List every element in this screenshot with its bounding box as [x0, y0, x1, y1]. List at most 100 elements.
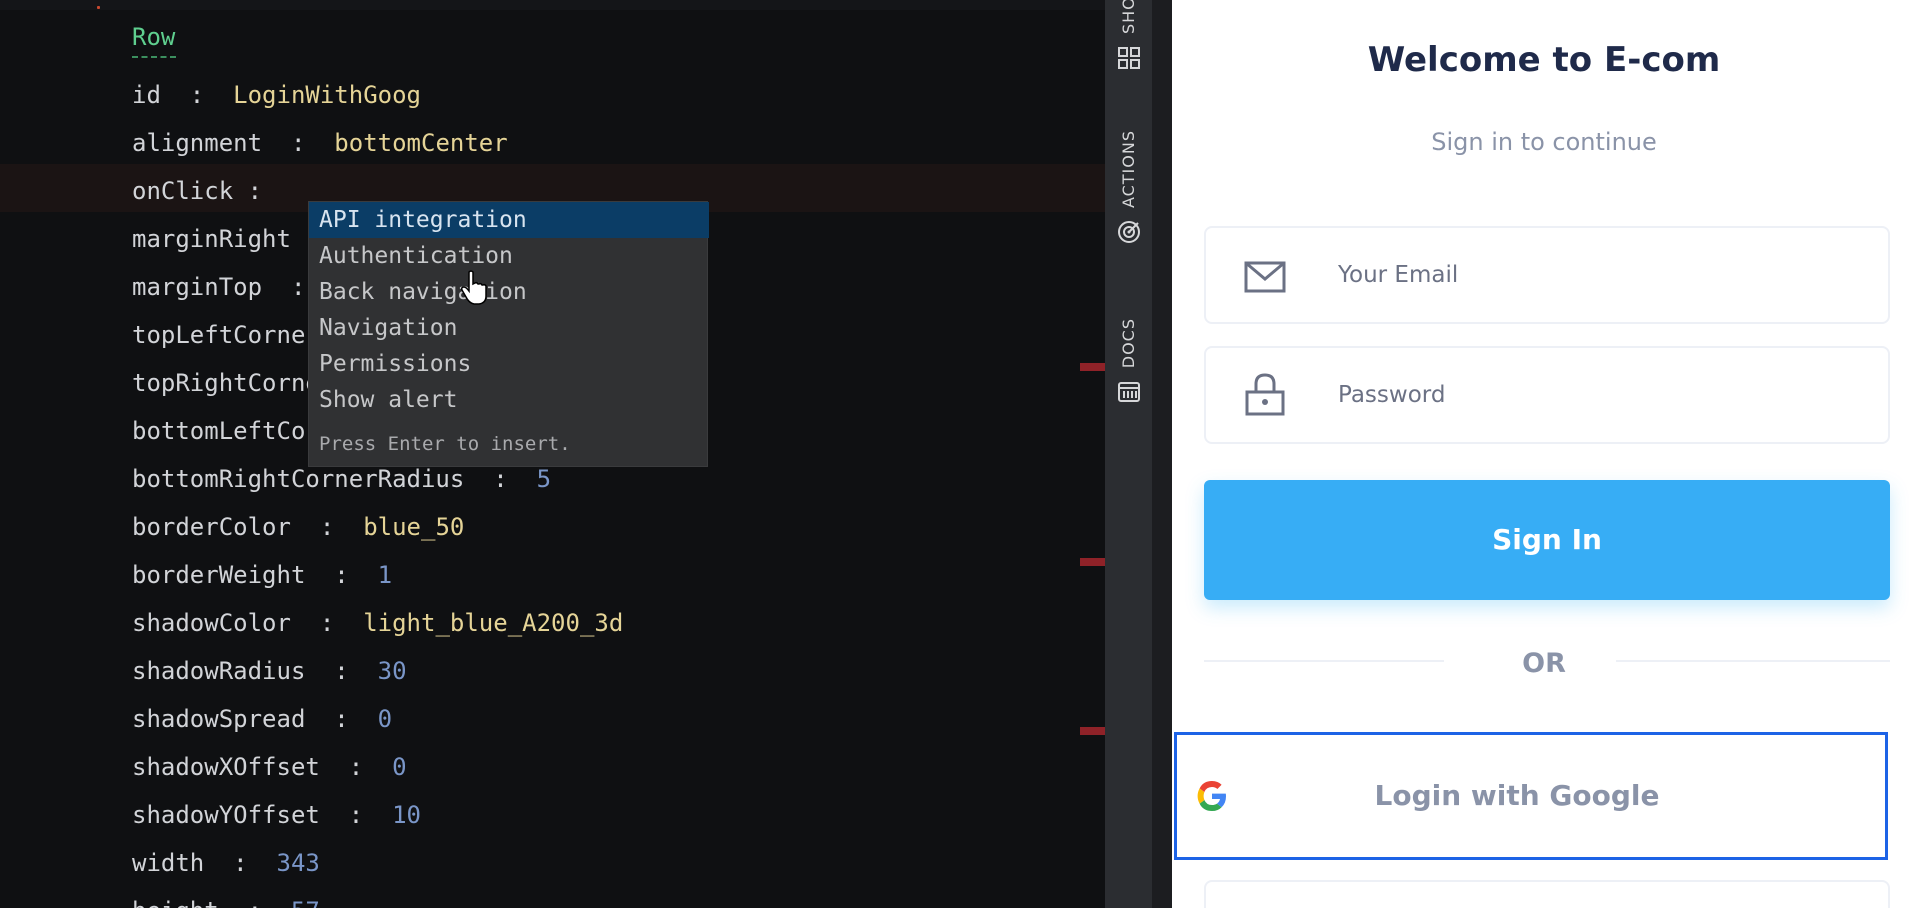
prop-value[interactable]: LoginWithGoog — [233, 81, 421, 109]
divider-right — [1616, 660, 1890, 662]
error-marker[interactable] — [1080, 727, 1105, 735]
code-line-width[interactable]: width : 343 — [132, 843, 320, 883]
prop-value[interactable]: 57 — [291, 897, 320, 908]
autocomplete-item-permissions[interactable]: Permissions — [309, 346, 709, 382]
prop-value[interactable]: 10 — [392, 801, 421, 829]
code-line-height[interactable]: height : 57 — [132, 891, 320, 908]
code-line-bordercolor[interactable]: borderColor : blue_50 — [132, 507, 464, 547]
tab-docs-label: DOCS — [1119, 318, 1138, 369]
prop-sep: : — [290, 513, 364, 541]
prop-value[interactable]: blue_50 — [363, 513, 464, 541]
password-field[interactable]: Password — [1204, 346, 1890, 444]
code-line-borderweight[interactable]: borderWeight : 1 — [132, 555, 392, 595]
code-line-row[interactable]: Row — [132, 17, 175, 57]
divider — [1152, 0, 1172, 908]
code-line-id[interactable]: id : LoginWithGoog — [132, 75, 421, 115]
prop-value[interactable]: 0 — [378, 705, 392, 733]
prop-key: alignment — [132, 129, 263, 157]
hand-cursor-icon — [461, 270, 487, 305]
prop-sep: : — [319, 753, 393, 781]
prop-sep: : — [305, 657, 378, 685]
mail-icon — [1244, 261, 1286, 293]
lock-icon — [1245, 373, 1285, 416]
google-button-label: Login with Google — [1374, 779, 1660, 812]
prop-key: shadowColor — [132, 609, 291, 637]
code-line-toprightcorner[interactable]: topRightCorne — [132, 363, 320, 403]
code-line-shadowradius[interactable]: shadowRadius : 30 — [132, 651, 407, 691]
code-line-marginright[interactable]: marginRight — [132, 219, 291, 259]
heading-text: Row — [132, 23, 176, 51]
code-line-shadowxoffset[interactable]: shadowXOffset : 0 — [132, 747, 407, 787]
autocomplete-hint: Press Enter to insert. — [319, 433, 571, 455]
tab-actions[interactable]: ACTIONS — [1105, 130, 1152, 244]
prop-key: shadowSpread — [132, 705, 306, 733]
error-dot — [97, 6, 100, 9]
code-line-bottomleftcorner[interactable]: bottomLeftCor — [132, 411, 320, 451]
prop-sep: : — [305, 705, 378, 733]
prop-key: id — [132, 81, 161, 109]
tab-docs[interactable]: DOCS — [1105, 318, 1152, 404]
prop-key: shadowRadius — [132, 657, 306, 685]
next-login-button[interactable] — [1204, 880, 1890, 908]
autocomplete-item-api-integration[interactable]: API integration — [309, 202, 709, 238]
docs-icon — [1117, 382, 1140, 403]
autocomplete-item-authentication[interactable]: Authentication — [309, 238, 709, 274]
autocomplete-popup[interactable]: API integration Authentication Back navi… — [308, 201, 709, 467]
prop-key: height — [132, 897, 219, 908]
prop-sep: : — [290, 609, 364, 637]
prop-sep: : — [204, 849, 277, 877]
code-line-onclick[interactable]: onClick : — [132, 171, 262, 211]
error-marker[interactable] — [1080, 363, 1105, 371]
autocomplete-item-back-navigation[interactable]: Back navigation — [309, 274, 709, 310]
tab-showcase[interactable]: SHO — [1105, 0, 1152, 70]
code-line-shadowspread[interactable]: shadowSpread : 0 — [132, 699, 392, 739]
prop-key: borderWeight — [132, 561, 306, 589]
code-editor[interactable]: Row id : LoginWithGoog alignment : botto… — [0, 0, 1105, 908]
error-marker[interactable] — [1080, 558, 1105, 566]
prop-value[interactable]: light_blue_A200_3d — [363, 609, 623, 637]
prop-value[interactable]: 30 — [378, 657, 407, 685]
prop-value[interactable]: 1 — [378, 561, 392, 589]
prop-key: shadowYOffset — [132, 801, 320, 829]
sign-in-button[interactable]: Sign In — [1204, 480, 1890, 600]
prop-key: onClick — [132, 177, 234, 205]
email-placeholder: Your Email — [1338, 262, 1459, 288]
prop-value[interactable]: 343 — [277, 849, 320, 877]
prop-value[interactable]: 0 — [392, 753, 406, 781]
prop-key: borderColor — [132, 513, 291, 541]
password-placeholder: Password — [1338, 382, 1446, 408]
code-line-shadowyoffset[interactable]: shadowYOffset : 10 — [132, 795, 421, 835]
prop-sep: : — [319, 801, 393, 829]
prop-value[interactable]: bottomCenter — [334, 129, 507, 157]
prop-key: bottomLeftCor — [132, 417, 320, 445]
prop-key: marginRight — [132, 225, 291, 253]
autocomplete-item-show-alert[interactable]: Show alert — [309, 382, 709, 418]
prop-sep: : — [464, 465, 537, 493]
email-field[interactable]: Your Email — [1204, 226, 1890, 324]
login-with-google-button[interactable]: Login with Google — [1174, 732, 1888, 860]
divider-left — [1204, 660, 1444, 662]
prop-sep: : — [160, 81, 234, 109]
prop-key: topRightCorne — [132, 369, 320, 397]
app-preview: Welcome to E-com Sign in to continue You… — [1172, 0, 1916, 908]
prop-sep: : — [262, 273, 306, 301]
autocomplete-item-navigation[interactable]: Navigation — [309, 310, 709, 346]
prop-key: width — [132, 849, 205, 877]
code-line-alignment[interactable]: alignment : bottomCenter — [132, 123, 508, 163]
grid-icon — [1117, 47, 1140, 69]
prop-sep: : — [233, 177, 263, 205]
prop-value[interactable]: 5 — [537, 465, 551, 493]
code-line-margintop[interactable]: marginTop : — [132, 267, 305, 307]
tab-actions-label: ACTIONS — [1119, 130, 1138, 209]
page-title: Welcome to E-com — [1367, 40, 1721, 80]
or-divider-text: OR — [1522, 648, 1566, 679]
tab-showcase-label: SHO — [1119, 0, 1138, 34]
prop-key: bottomRightCornerRadius — [132, 465, 465, 493]
prop-sep: : — [305, 561, 378, 589]
code-line-topleftcorner[interactable]: topLeftCorner — [132, 315, 320, 355]
page-subtitle: Sign in to continue — [1431, 128, 1657, 156]
right-tool-strip: SHO ACTIONS DOCS — [1105, 0, 1152, 908]
prop-key: shadowXOffset — [132, 753, 320, 781]
code-line-shadowcolor[interactable]: shadowColor : light_blue_A200_3d — [132, 603, 623, 643]
prop-sep: : — [262, 129, 335, 157]
